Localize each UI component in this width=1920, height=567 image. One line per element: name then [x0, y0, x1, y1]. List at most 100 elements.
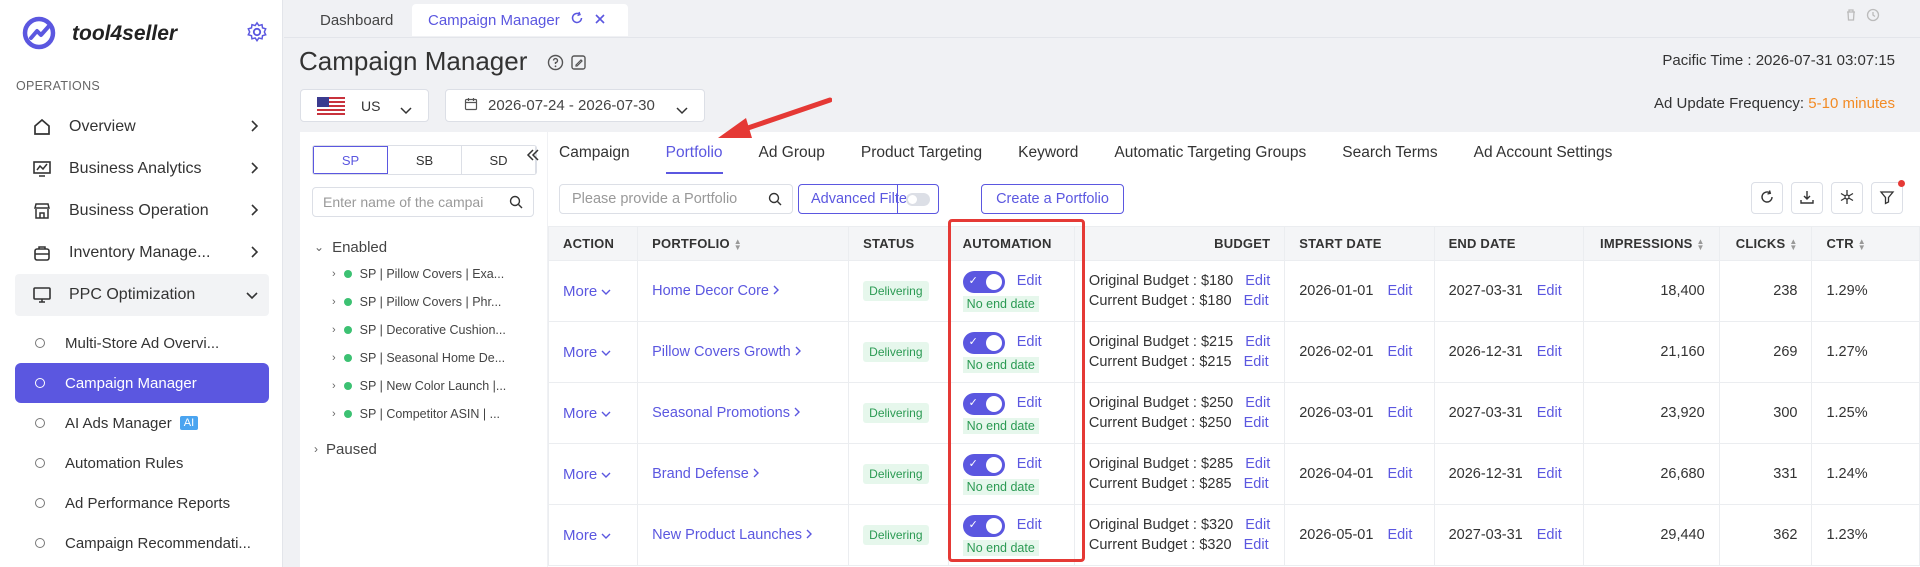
segment-sp[interactable]: SP: [313, 146, 388, 174]
sidebar-item-ad-performance-reports[interactable]: Ad Performance Reports: [15, 483, 269, 523]
original-budget-edit-link[interactable]: Edit: [1245, 334, 1270, 350]
col-ctr[interactable]: CTR ▲ ▼: [1811, 226, 1920, 261]
more-button[interactable]: More: [563, 527, 611, 544]
automation-edit-link[interactable]: Edit: [1017, 456, 1042, 472]
segment-sd[interactable]: SD: [462, 146, 536, 174]
tree-item-campaign[interactable]: › SP | Pillow Covers | Exa...: [314, 260, 544, 288]
start-date-edit-link[interactable]: Edit: [1387, 344, 1412, 360]
help-icon[interactable]: [547, 54, 564, 74]
portfolio-link[interactable]: Seasonal Promotions: [652, 405, 801, 421]
sort-icon[interactable]: ▲ ▼: [1697, 237, 1705, 251]
sidebar-item-campaign-recommendations[interactable]: Campaign Recommendati...: [15, 523, 269, 563]
original-budget-edit-link[interactable]: Edit: [1245, 517, 1270, 533]
start-date-edit-link[interactable]: Edit: [1387, 466, 1412, 482]
more-button[interactable]: More: [563, 466, 611, 483]
tree-item-campaign[interactable]: › SP | Decorative Cushion...: [314, 316, 544, 344]
sidebar-item-ai-ads-manager[interactable]: AI Ads Manager AI: [15, 403, 269, 443]
more-button[interactable]: More: [563, 344, 611, 361]
download-button[interactable]: [1791, 182, 1823, 214]
original-budget-edit-link[interactable]: Edit: [1245, 456, 1270, 472]
start-date-edit-link[interactable]: Edit: [1387, 283, 1412, 299]
gear-icon[interactable]: [246, 21, 268, 46]
sidebar-item-business-operation[interactable]: Business Operation: [15, 190, 269, 232]
original-budget-edit-link[interactable]: Edit: [1245, 395, 1270, 411]
automation-edit-link[interactable]: Edit: [1017, 395, 1042, 411]
tab-portfolio[interactable]: Portfolio: [665, 144, 723, 174]
search-icon[interactable]: [768, 192, 782, 210]
campaign-search-input[interactable]: Enter name of the campai: [312, 187, 534, 217]
sort-icon[interactable]: ▲ ▼: [1789, 237, 1797, 251]
more-button[interactable]: More: [563, 405, 611, 422]
portfolio-link[interactable]: New Product Launches: [652, 527, 813, 543]
original-budget-edit-link[interactable]: Edit: [1245, 273, 1270, 289]
advanced-filter-button[interactable]: Advanced Filter: [798, 184, 939, 214]
refresh-icon[interactable]: [570, 11, 584, 29]
col-clicks[interactable]: CLICKS ▲ ▼: [1718, 226, 1813, 261]
tree-item-campaign[interactable]: › SP | Pillow Covers | Phr...: [314, 288, 544, 316]
automation-edit-link[interactable]: Edit: [1017, 517, 1042, 533]
automation-toggle[interactable]: ✓: [962, 331, 1005, 354]
date-range-picker[interactable]: 2026-07-24 - 2026-07-30: [445, 89, 705, 122]
col-impressions[interactable]: IMPRESSIONS ▲ ▼: [1582, 226, 1720, 261]
sidebar-item-inventory[interactable]: Inventory Manage...: [15, 232, 269, 274]
tree-item-campaign[interactable]: › SP | Competitor ASIN | ...: [314, 400, 544, 428]
create-portfolio-button[interactable]: Create a Portfolio: [981, 184, 1124, 214]
end-date-edit-link[interactable]: Edit: [1537, 466, 1562, 482]
collapse-panel-icon[interactable]: [526, 146, 540, 167]
end-date-edit-link[interactable]: Edit: [1537, 405, 1562, 421]
current-budget-edit-link[interactable]: Edit: [1244, 537, 1269, 553]
end-date-edit-link[interactable]: Edit: [1537, 527, 1562, 543]
tab-dashboard[interactable]: Dashboard: [304, 4, 409, 36]
automation-toggle[interactable]: ✓: [962, 514, 1005, 537]
portfolio-link[interactable]: Home Decor Core: [652, 283, 780, 299]
col-portfolio[interactable]: PORTFOLIO ▲ ▼: [637, 226, 850, 261]
tab-ad-account-settings[interactable]: Ad Account Settings: [1474, 144, 1613, 174]
tree-item-campaign[interactable]: › SP | Seasonal Home De...: [314, 344, 544, 372]
filter-button[interactable]: [1871, 180, 1905, 214]
start-date-edit-link[interactable]: Edit: [1387, 527, 1412, 543]
start-date-edit-link[interactable]: Edit: [1387, 405, 1412, 421]
sidebar-item-ppc-optimization[interactable]: PPC Optimization: [15, 274, 269, 316]
automation-edit-link[interactable]: Edit: [1017, 273, 1042, 289]
country-select[interactable]: US: [300, 89, 429, 122]
automation-toggle[interactable]: ✓: [962, 453, 1005, 476]
refresh-button[interactable]: [1751, 182, 1783, 214]
tab-ad-group[interactable]: Ad Group: [759, 144, 825, 174]
sidebar-item-campaign-manager[interactable]: Campaign Manager: [15, 363, 269, 403]
sidebar-item-overview[interactable]: Overview: [15, 106, 269, 148]
search-icon[interactable]: [509, 195, 523, 212]
advanced-filter-toggle[interactable]: [906, 193, 930, 206]
clock-icon[interactable]: [1866, 8, 1880, 25]
automation-edit-link[interactable]: Edit: [1017, 334, 1042, 350]
current-budget-edit-link[interactable]: Edit: [1244, 354, 1269, 370]
close-icon[interactable]: [594, 12, 606, 29]
current-budget-edit-link[interactable]: Edit: [1244, 293, 1269, 309]
sidebar-item-business-analytics[interactable]: Business Analytics: [15, 148, 269, 190]
sidebar-item-multi-store-ad-overview[interactable]: Multi-Store Ad Overvi...: [15, 323, 269, 363]
end-date-edit-link[interactable]: Edit: [1537, 344, 1562, 360]
automation-toggle[interactable]: ✓: [962, 270, 1005, 293]
settings-button[interactable]: [1831, 182, 1863, 214]
more-button[interactable]: More: [563, 283, 611, 300]
edit-note-icon[interactable]: [570, 54, 587, 74]
sidebar-item-automation-rules[interactable]: Automation Rules: [15, 443, 269, 483]
tab-keyword[interactable]: Keyword: [1018, 144, 1078, 174]
end-date-edit-link[interactable]: Edit: [1537, 283, 1562, 299]
tab-campaign-manager[interactable]: Campaign Manager: [412, 4, 628, 36]
tree-group-enabled[interactable]: ⌄ Enabled: [314, 234, 544, 260]
tree-group-paused[interactable]: › Paused: [314, 436, 544, 462]
tab-campaign[interactable]: Campaign: [559, 144, 630, 174]
portfolio-link[interactable]: Pillow Covers Growth: [652, 344, 802, 360]
current-budget-edit-link[interactable]: Edit: [1244, 415, 1269, 431]
portfolio-search-input[interactable]: Please provide a Portfolio: [559, 184, 793, 214]
trash-icon[interactable]: [1844, 8, 1858, 25]
sort-icon[interactable]: ▲ ▼: [1858, 237, 1866, 251]
portfolio-link[interactable]: Brand Defense: [652, 466, 760, 482]
sort-icon[interactable]: ▲ ▼: [734, 237, 742, 251]
brand[interactable]: tool4seller: [22, 12, 177, 56]
tree-item-campaign[interactable]: › SP | New Color Launch |...: [314, 372, 544, 400]
tab-search-terms[interactable]: Search Terms: [1342, 144, 1437, 174]
segment-sb[interactable]: SB: [388, 146, 462, 174]
tab-automatic-targeting-groups[interactable]: Automatic Targeting Groups: [1114, 144, 1306, 174]
automation-toggle[interactable]: ✓: [962, 392, 1005, 415]
